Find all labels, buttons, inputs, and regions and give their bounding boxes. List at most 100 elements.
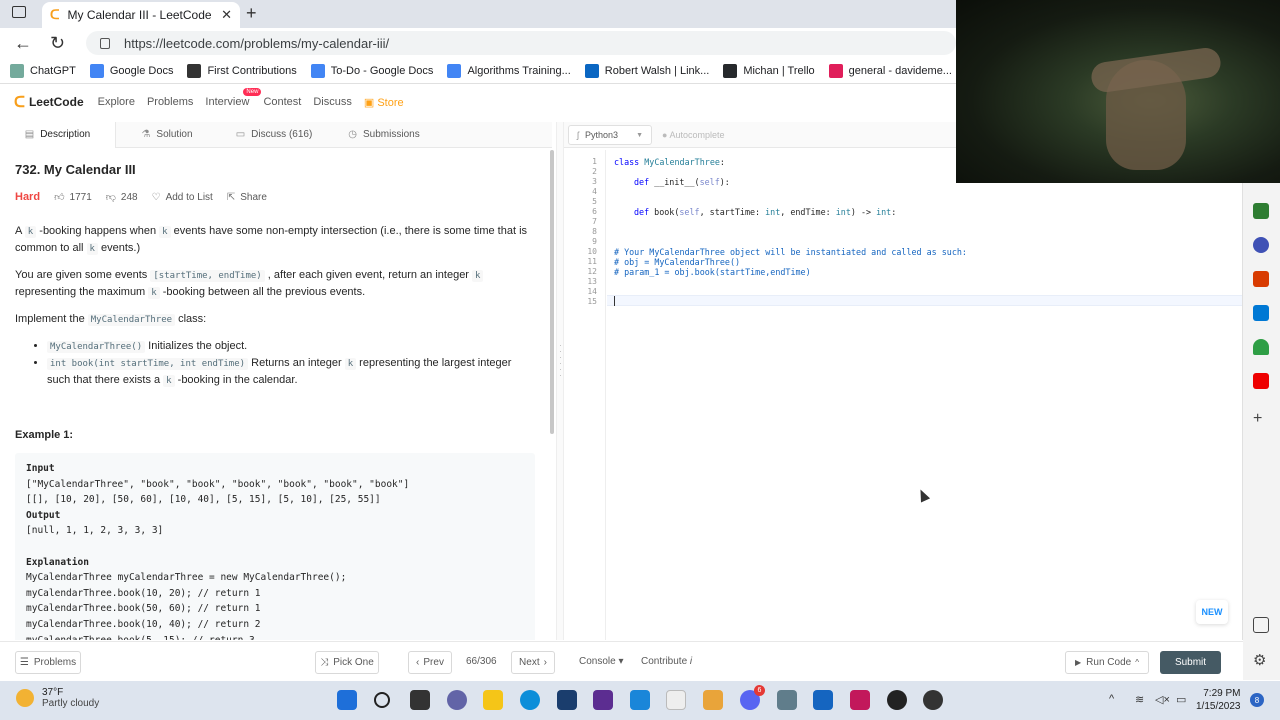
browser-tab[interactable]: ᑕ My Calendar III - LeetCode ✕ — [42, 2, 240, 28]
tab-solution[interactable]: ⚗ Solution — [116, 122, 218, 148]
bookmark-item[interactable]: Robert Walsh | Link... — [584, 63, 709, 78]
nav-discuss[interactable]: Discuss — [313, 96, 352, 108]
bookmark-item[interactable]: Google Docs — [89, 63, 173, 78]
nav-interview[interactable]: Interview New — [205, 88, 262, 108]
prev-label: Prev — [423, 657, 444, 668]
nav-contest[interactable]: Contest — [263, 96, 301, 108]
bookmark-item[interactable]: Michan | Trello — [723, 63, 815, 78]
add-to-list-button[interactable]: ♡ Add to List — [152, 192, 213, 203]
outlook-icon[interactable] — [1253, 305, 1269, 321]
weather-temp: 37°F — [42, 687, 64, 698]
code-line-12: # param_1 = obj.book(startTime,endTime) — [614, 267, 811, 277]
bookmark-icon — [447, 63, 462, 78]
start-icon[interactable] — [337, 690, 357, 710]
current-line-highlight — [607, 295, 1242, 306]
sidebar-collapse-icon[interactable] — [1253, 617, 1269, 633]
new-button[interactable]: NEW — [1196, 600, 1228, 624]
youtube-icon[interactable] — [1253, 373, 1269, 389]
discord-icon[interactable]: 6 — [740, 685, 765, 710]
itunes-icon[interactable] — [666, 690, 686, 710]
chat-icon[interactable] — [447, 690, 467, 710]
copilot-icon[interactable] — [1253, 237, 1269, 253]
maps-icon[interactable] — [703, 690, 723, 710]
search-icon[interactable] — [374, 692, 390, 708]
example-line: [[], [10, 20], [50, 60], [10, 40], [5, 1… — [26, 494, 381, 506]
close-tab-icon[interactable]: ✕ — [221, 7, 232, 23]
code-line-6: def book(self, startTime: int, endTime: … — [634, 207, 897, 217]
battery-icon[interactable]: ▭ — [1176, 693, 1186, 706]
difficulty-badge: Hard — [15, 191, 41, 203]
tab-title: My Calendar III - LeetCode — [67, 8, 212, 22]
wifi-icon[interactable]: ≋ — [1135, 693, 1144, 706]
pick-one-button[interactable]: ⤨ Pick One — [315, 651, 379, 674]
address-bar[interactable]: https://leetcode.com/problems/my-calenda… — [86, 31, 956, 55]
tab-description[interactable]: ▤ Description — [0, 121, 116, 148]
next-button[interactable]: Next › — [511, 651, 555, 674]
like-button[interactable]: 👍︎ 1771 — [54, 191, 92, 204]
new-tab-icon[interactable]: + — [246, 3, 257, 24]
office-icon[interactable] — [1253, 271, 1269, 287]
tab-discuss[interactable]: ▭ Discuss (616) — [218, 122, 330, 148]
chevron-up-icon[interactable]: ^ — [1109, 693, 1114, 705]
code-editor[interactable]: 1 2 3 4 5 6 7 8 9 10 11 12 13 14 15 class MyCalendarTh… — [564, 150, 1242, 640]
bookmark-item[interactable]: First Contributions — [187, 63, 297, 78]
browser-sidebar: + ⚙ — [1243, 183, 1280, 680]
bookmark-item[interactable]: general - davideme... — [828, 63, 952, 78]
tab-submissions[interactable]: ◷ Submissions — [330, 122, 438, 148]
visual-studio-icon[interactable] — [593, 690, 613, 710]
dislike-button[interactable]: 👎︎ 248 — [106, 191, 138, 204]
discord-badge: 6 — [754, 685, 765, 696]
nav-store[interactable]: ▣ Store — [364, 96, 404, 109]
leetcode-logo[interactable]: ᑕ LeetCode — [14, 93, 84, 111]
new-badge: New — [243, 88, 262, 96]
screen-icon[interactable] — [813, 690, 833, 710]
bookmark-label: To-Do - Google Docs — [330, 64, 434, 77]
reload-icon[interactable]: ↻ — [50, 33, 65, 54]
volume-muted-icon[interactable]: ◁× — [1155, 693, 1170, 706]
description-scrollbar[interactable] — [550, 150, 554, 434]
app-icon[interactable] — [630, 690, 650, 710]
snipping-icon[interactable] — [850, 690, 870, 710]
window-menu-icon[interactable] — [12, 6, 26, 18]
bookmark-item[interactable]: ChatGPT — [10, 63, 76, 78]
play-icon: ▶ — [1075, 658, 1082, 667]
edge-icon[interactable] — [520, 690, 540, 710]
notification-badge[interactable]: 8 — [1250, 693, 1264, 707]
system-clock[interactable]: 7:29 PM 1/15/2023 — [1196, 687, 1241, 713]
pick-one-label: Pick One — [333, 657, 374, 668]
bookmark-item[interactable]: Algorithms Training... — [447, 63, 571, 78]
example-line: myCalendarThree.book(10, 20); // return … — [26, 587, 261, 599]
submit-button[interactable]: Submit — [1160, 651, 1221, 674]
autocomplete-toggle[interactable]: ● Autocomplete — [662, 130, 725, 140]
bookmark-item[interactable]: To-Do - Google Docs — [310, 63, 434, 78]
line-gutter: 1 2 3 4 5 6 7 8 9 10 11 12 13 14 15 — [564, 150, 606, 640]
leetcode-navbar: ᑕ LeetCode Explore Problems Interview New … — [0, 88, 956, 116]
run-code-button[interactable]: ▶ Run Code ^ — [1065, 651, 1149, 674]
shuffle-icon: ⤨ — [320, 657, 329, 668]
weather-widget[interactable]: 37°F Partly cloudy — [16, 687, 99, 709]
back-icon[interactable]: ← — [14, 33, 32, 54]
nav-problems[interactable]: Problems — [147, 96, 193, 108]
code-line-1: class MyCalendarThree: — [614, 157, 725, 167]
task-view-icon[interactable] — [410, 690, 430, 710]
media-player-icon[interactable] — [887, 690, 907, 710]
file-explorer-icon[interactable] — [483, 690, 503, 710]
line-number: 12 — [587, 267, 597, 276]
problems-button[interactable]: ☰ Problems — [15, 651, 81, 674]
toolbox-icon[interactable] — [1253, 203, 1269, 219]
share-button[interactable]: ⇱ Share — [227, 192, 267, 203]
prev-button[interactable]: ‹ Prev — [408, 651, 452, 674]
store-app-icon[interactable] — [557, 690, 577, 710]
gear-icon[interactable]: ⚙ — [1253, 653, 1269, 669]
plus-icon[interactable]: + — [1253, 411, 1269, 427]
notepad-icon[interactable] — [777, 690, 797, 710]
nav-explore[interactable]: Explore — [98, 96, 135, 108]
tree-icon[interactable] — [1253, 339, 1269, 355]
leetcode-logo-icon: ᑕ — [14, 94, 25, 111]
language-select[interactable]: ʃ Python3 ▼ — [568, 125, 652, 145]
webcam-overlay — [956, 0, 1280, 183]
recorder-icon[interactable] — [923, 690, 943, 710]
console-toggle[interactable]: Console ▾ — [579, 656, 624, 667]
contribute-link[interactable]: Contribute i — [641, 656, 692, 667]
panel-splitter[interactable]: · · · · · · — [556, 122, 564, 640]
